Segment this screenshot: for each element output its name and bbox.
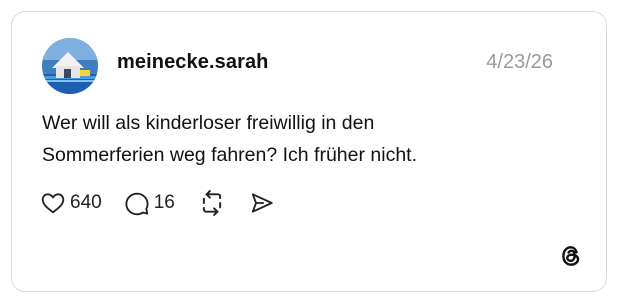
post-text-line: Wer will als kinderloser freiwillig in d… [42, 112, 375, 134]
speech-bubble-icon [125, 192, 149, 216]
action-bar: 640 16 [40, 189, 275, 217]
username[interactable]: meinecke.sarah [117, 51, 269, 74]
avatar[interactable] [42, 38, 98, 94]
repost-button[interactable] [199, 190, 225, 216]
post-date[interactable]: 4/23/26 [486, 51, 553, 74]
heart-outline-icon [41, 193, 65, 214]
post-text-line: Sommerferien weg fahren? Ich früher nich… [42, 144, 418, 166]
threads-logo-icon[interactable] [558, 243, 584, 269]
comment-count: 16 [153, 192, 175, 213]
avatar-image [42, 38, 98, 94]
threads-glyph [562, 246, 580, 266]
paper-plane-icon [251, 193, 273, 213]
post-card: meinecke.sarah 4/23/26 Wer will als kind… [11, 11, 607, 292]
share-button[interactable] [249, 190, 275, 216]
comment-button[interactable]: 16 [124, 190, 175, 216]
repost-arrows-icon [202, 190, 221, 216]
like-button[interactable]: 640 [40, 190, 102, 216]
like-count: 640 [70, 192, 102, 213]
post-text: Wer will als kinderloser freiwillig in d… [42, 107, 562, 171]
